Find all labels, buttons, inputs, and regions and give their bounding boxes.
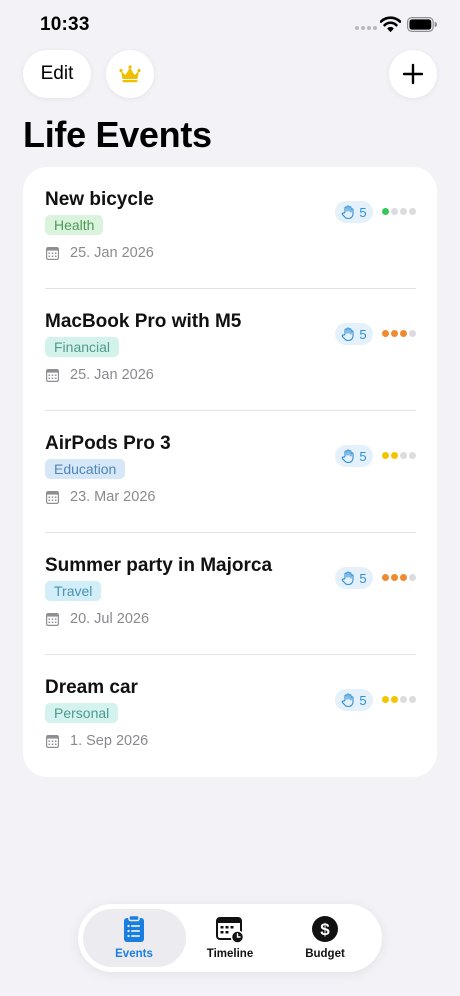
event-date: 1. Sep 2026 xyxy=(70,733,149,749)
priority-indicator xyxy=(382,330,416,337)
cellular-signal-icon xyxy=(355,26,377,30)
calendar-icon xyxy=(46,612,59,626)
tab-label: Budget xyxy=(305,948,345,960)
status-time: 10:33 xyxy=(40,14,90,35)
attendee-badge: 5 xyxy=(335,689,373,711)
event-date: 23. Mar 2026 xyxy=(70,489,156,505)
category-tag: Health xyxy=(45,215,104,235)
tab-timeline[interactable]: Timeline xyxy=(182,904,278,972)
attendee-badge: 5 xyxy=(335,201,373,223)
category-tag: Education xyxy=(45,459,126,479)
event-date: 25. Jan 2026 xyxy=(70,367,154,383)
event-row[interactable]: MacBook Pro with M5 Financial 25. Jan 20… xyxy=(45,289,416,411)
edit-button-label: Edit xyxy=(40,63,74,84)
attendee-count: 5 xyxy=(359,692,367,708)
battery-icon xyxy=(407,17,437,32)
tab-label: Timeline xyxy=(206,948,254,960)
event-row[interactable]: AirPods Pro 3 Education 23. Mar 2026 5 xyxy=(45,411,416,533)
tab-events[interactable]: Events xyxy=(86,904,182,972)
calendar-icon xyxy=(46,490,59,504)
clipboard-icon xyxy=(124,914,144,942)
hand-icon xyxy=(342,327,354,341)
event-date-line: 23. Mar 2026 xyxy=(46,488,155,506)
calendar-icon xyxy=(46,368,59,382)
event-date-line: 25. Jan 2026 xyxy=(46,366,154,384)
attendee-badge: 5 xyxy=(335,323,373,345)
calendar-icon xyxy=(46,246,59,260)
plus-icon xyxy=(402,63,424,85)
edit-button[interactable]: Edit xyxy=(23,50,91,98)
priority-indicator xyxy=(382,208,416,215)
event-date-line: 25. Jan 2026 xyxy=(46,244,154,262)
add-event-button[interactable] xyxy=(389,50,437,98)
tab-budget[interactable]: $ Budget xyxy=(277,904,373,972)
priority-indicator xyxy=(382,696,416,703)
svg-text:$: $ xyxy=(320,920,330,939)
dollar-icon: $ xyxy=(312,916,338,942)
event-date-line: 20. Jul 2026 xyxy=(46,610,149,628)
attendee-count: 5 xyxy=(359,204,367,220)
event-row[interactable]: Dream car Personal 1. Sep 2026 5 xyxy=(45,655,416,777)
event-title: Dream car xyxy=(45,677,138,698)
tab-label: Events xyxy=(115,948,153,960)
event-date: 25. Jan 2026 xyxy=(70,245,154,261)
event-row[interactable]: New bicycle Health 25. Jan 2026 5 xyxy=(45,167,416,289)
wifi-icon xyxy=(380,16,401,32)
event-date-line: 1. Sep 2026 xyxy=(46,732,148,750)
page-title: Life Events xyxy=(23,114,212,155)
attendee-badge: 5 xyxy=(335,567,373,589)
hand-icon xyxy=(342,693,354,707)
crown-icon xyxy=(119,65,141,83)
attendee-badge: 5 xyxy=(335,445,373,467)
calendar-clock-icon xyxy=(216,917,244,944)
event-title: Summer party in Majorca xyxy=(45,555,273,576)
event-title: New bicycle xyxy=(45,189,154,210)
events-list: New bicycle Health 25. Jan 2026 5 MacBoo… xyxy=(23,167,437,777)
status-bar: 10:33 xyxy=(0,0,460,50)
hand-icon xyxy=(342,205,354,219)
hand-icon xyxy=(342,449,354,463)
priority-indicator xyxy=(382,452,416,459)
priority-indicator xyxy=(382,574,416,581)
calendar-icon xyxy=(46,734,59,748)
category-tag: Financial xyxy=(45,337,120,357)
category-tag: Personal xyxy=(45,703,119,723)
hand-icon xyxy=(342,571,354,585)
category-tag: Travel xyxy=(45,581,102,601)
tab-bar: Events Timeline $ Budget xyxy=(78,904,382,972)
event-title: AirPods Pro 3 xyxy=(45,433,171,454)
attendee-count: 5 xyxy=(359,326,367,342)
life-events-screen: 10:33 Edit Life Events New bicycle Healt… xyxy=(0,0,460,996)
event-row[interactable]: Summer party in Majorca Travel 20. Jul 2… xyxy=(45,533,416,655)
attendee-count: 5 xyxy=(359,570,367,586)
attendee-count: 5 xyxy=(359,448,367,464)
premium-button[interactable] xyxy=(106,50,154,98)
event-date: 20. Jul 2026 xyxy=(70,611,150,627)
event-title: MacBook Pro with M5 xyxy=(45,311,242,332)
